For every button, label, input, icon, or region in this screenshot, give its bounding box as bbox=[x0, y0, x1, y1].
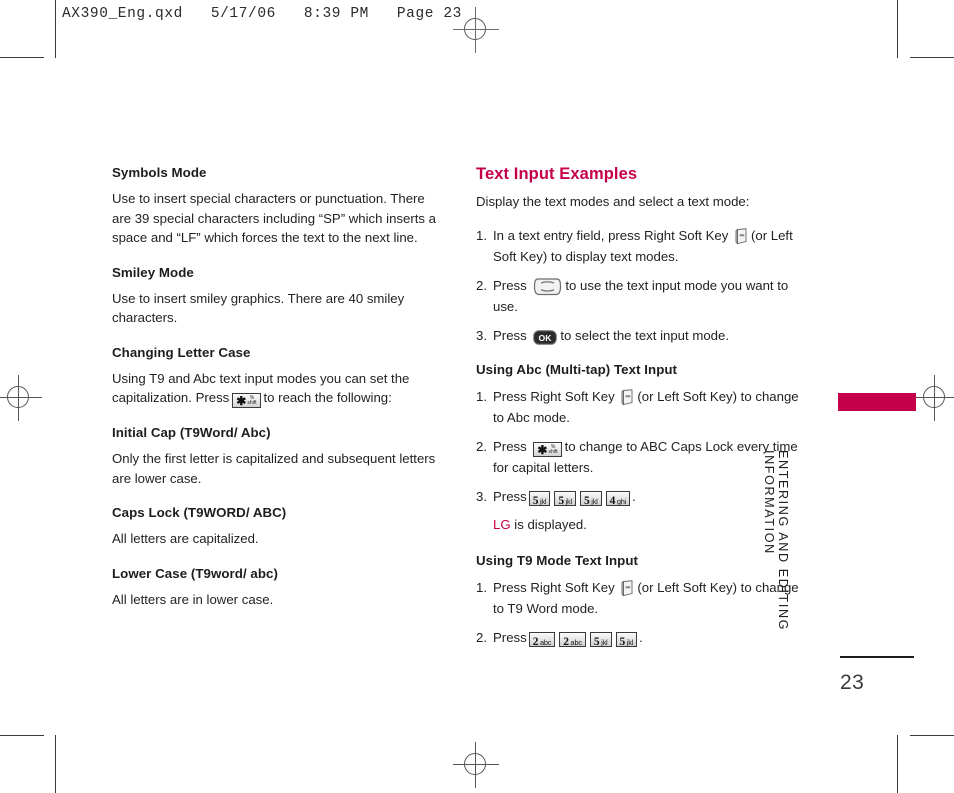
step-text-lead: In a text entry field, press Right Soft … bbox=[493, 227, 729, 243]
step-item: Press Right Soft Key (or Left Soft Key) … bbox=[476, 386, 806, 428]
heading-initial-cap: Initial Cap (T9Word/ Abc) bbox=[112, 425, 271, 440]
heading-smiley-mode: Smiley Mode bbox=[112, 264, 194, 280]
lg-text: LG bbox=[493, 516, 511, 532]
key-digit: 5 bbox=[558, 494, 565, 507]
keypad-key: 5 jkl bbox=[589, 631, 612, 648]
step-text-lead: Press bbox=[493, 629, 527, 645]
text-after-star-key: to reach the following: bbox=[263, 390, 392, 405]
left-column: Symbols Mode Use to insert special chara… bbox=[112, 165, 442, 626]
step-item: Press Right Soft Key (or Left Soft Key) … bbox=[476, 577, 806, 619]
text-intro: Display the text modes and select a text… bbox=[476, 194, 750, 209]
keypad-key: 2 abc bbox=[559, 631, 586, 648]
key-letters: jkl bbox=[626, 637, 634, 647]
step-text-lead: Press bbox=[493, 488, 527, 504]
step-text-lead: Press bbox=[493, 438, 527, 454]
keypad-key: 5 jkl bbox=[554, 490, 576, 507]
key-digit: 5 bbox=[593, 635, 600, 648]
text-lower-case: All letters are in lower case. bbox=[112, 591, 274, 607]
manual-page: Symbols Mode Use to insert special chara… bbox=[0, 0, 954, 793]
heading-symbols-mode: Symbols Mode bbox=[112, 165, 207, 180]
heading-using-abc: Using Abc (Multi-tap) Text Input bbox=[476, 361, 678, 377]
text-changing-letter-case: Using T9 and Abc text input modes you ca… bbox=[112, 369, 442, 408]
key-letters: jkl bbox=[565, 496, 573, 506]
step-text-lead: Press bbox=[493, 327, 527, 343]
star-key-icon: ✱% shift bbox=[533, 441, 562, 457]
key-letters: jkl bbox=[539, 496, 547, 506]
heading-lower-case: Lower Case (T9word/ abc) bbox=[112, 565, 278, 581]
key-letters: jkl bbox=[591, 496, 598, 506]
step-text-tail: to select the text input mode. bbox=[560, 327, 729, 343]
key-letters: ghi bbox=[616, 496, 627, 506]
shift-label: % shift bbox=[247, 395, 257, 406]
key-letters: jkl bbox=[601, 637, 608, 647]
step-item: Press OK to select the text input mode. bbox=[476, 325, 806, 346]
step-text-tail: . bbox=[639, 629, 643, 645]
step-item: Press to use the text input mode you wan… bbox=[476, 275, 806, 317]
keypad-key: 4 ghi bbox=[605, 490, 631, 507]
step-item: Press 2 abc 2 abc 5 jkl 5 jkl. bbox=[476, 627, 806, 648]
page-title: Text Input Examples bbox=[476, 165, 638, 183]
section-caps-lock: Caps Lock (T9WORD/ ABC) All letters are … bbox=[112, 505, 442, 549]
text-caps-lock: All letters are capitalized. bbox=[112, 531, 259, 546]
key-digit: 2 bbox=[563, 635, 570, 648]
page-number-rule bbox=[840, 656, 914, 658]
key-digit: 5 bbox=[584, 494, 590, 507]
keypad-key: 5 jkl bbox=[528, 490, 551, 507]
chapter-label-line2: INFORMATION bbox=[762, 450, 776, 555]
shift-label: % shift bbox=[548, 443, 558, 455]
section-symbols-mode: Symbols Mode Use to insert special chara… bbox=[112, 165, 442, 248]
star-key-icon: ✱% shift bbox=[232, 393, 261, 408]
key-digit: 2 bbox=[532, 635, 539, 648]
section-smiley-mode: Smiley Mode Use to insert smiley graphic… bbox=[112, 265, 442, 328]
svg-text:OK: OK bbox=[539, 333, 553, 343]
chapter-tab-marker bbox=[838, 393, 916, 411]
step-item: Press ✱% shift to change to ABC Caps Lock… bbox=[476, 436, 806, 478]
keypad-key: 5 jkl bbox=[580, 490, 602, 507]
step-item: Press 5 jkl 5 jkl 5 jkl 4 ghi. LG is displayed. bbox=[476, 486, 806, 535]
step-result-line: LG is displayed. bbox=[493, 514, 806, 535]
section-initial-cap: Initial Cap (T9Word/ Abc) Only the first… bbox=[112, 425, 442, 488]
section-lower-case: Lower Case (T9word/ abc) All letters are… bbox=[112, 566, 442, 610]
key-digit: 5 bbox=[532, 494, 539, 507]
ok-key-icon: OK bbox=[533, 329, 558, 345]
heading-changing-letter-case: Changing Letter Case bbox=[112, 344, 251, 360]
heading-caps-lock: Caps Lock (T9WORD/ ABC) bbox=[112, 505, 287, 520]
keypad-key: 5 jkl bbox=[615, 631, 638, 648]
section-changing-letter-case: Changing Letter Case Using T9 and Abc te… bbox=[112, 344, 442, 408]
keypad-key: 2 abc bbox=[528, 631, 556, 648]
steps-display-text-modes: In a text entry field, press Right Soft … bbox=[476, 225, 806, 346]
step-text-lead: Press Right Soft Key bbox=[493, 579, 615, 595]
star-glyph: ✱ bbox=[537, 442, 548, 457]
text-symbols-mode: Use to insert special characters or punc… bbox=[112, 191, 436, 245]
page-number: 23 bbox=[840, 671, 865, 694]
step-text-lead: Press Right Soft Key bbox=[493, 388, 615, 404]
heading-using-t9: Using T9 Mode Text Input bbox=[476, 552, 638, 568]
steps-using-abc: Press Right Soft Key (or Left Soft Key) … bbox=[476, 386, 806, 535]
soft-key-icon bbox=[621, 579, 634, 597]
step-text-tail: . bbox=[632, 488, 636, 504]
key-letters: abc bbox=[539, 637, 552, 647]
step-item: In a text entry field, press Right Soft … bbox=[476, 225, 806, 267]
key-digit: 5 bbox=[619, 635, 626, 648]
lg-result-text: is displayed. bbox=[514, 516, 587, 532]
navigation-key-icon bbox=[533, 277, 562, 296]
text-smiley-mode: Use to insert smiley graphics. There are… bbox=[112, 290, 405, 326]
chapter-label-line1: ENTERING AND EDITING bbox=[776, 450, 790, 632]
step-text-lead: Press bbox=[493, 277, 527, 293]
text-initial-cap: Only the first letter is capitalized and… bbox=[112, 451, 436, 486]
steps-using-t9: Press Right Soft Key (or Left Soft Key) … bbox=[476, 577, 806, 648]
key-letters: abc bbox=[570, 637, 583, 647]
soft-key-icon bbox=[621, 388, 634, 406]
star-glyph: ✱ bbox=[236, 394, 247, 408]
right-column: Text Input Examples Display the text mod… bbox=[476, 165, 806, 656]
soft-key-icon bbox=[735, 227, 748, 245]
key-digit: 4 bbox=[609, 494, 616, 507]
